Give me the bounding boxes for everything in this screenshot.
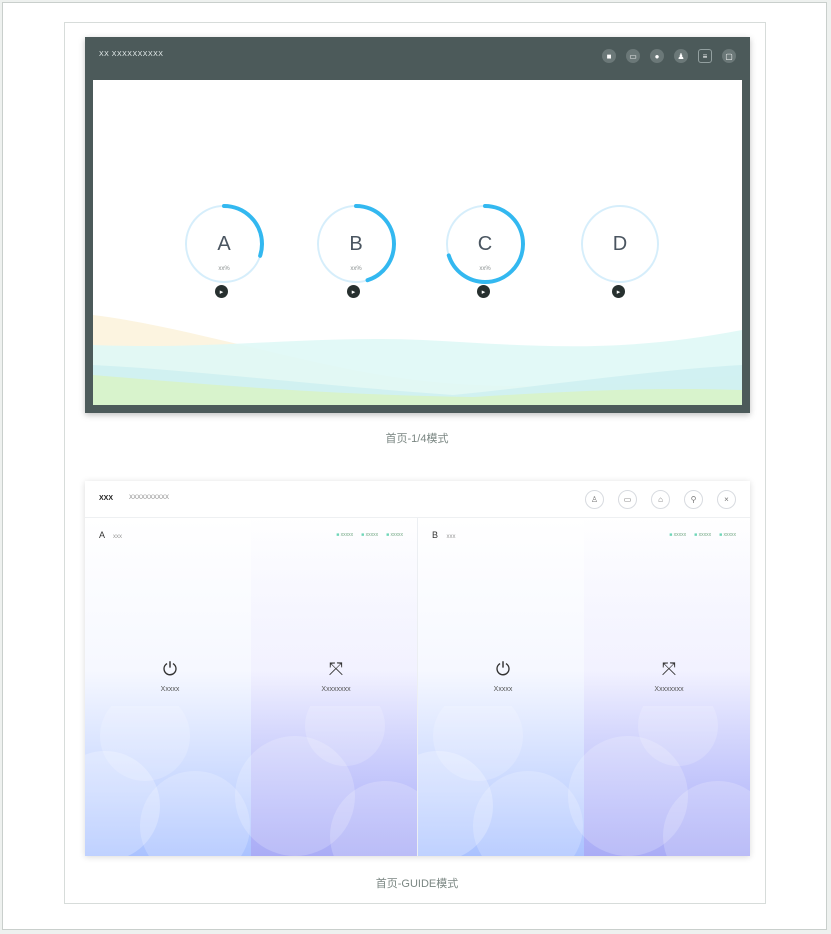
lock-icon[interactable]: ⌂ [651, 490, 670, 509]
person-icon[interactable]: ⚲ [684, 490, 703, 509]
legend-item: xxxxx [336, 532, 354, 538]
shuffle-icon: ⤧ [328, 659, 344, 679]
bubble-background [418, 706, 750, 856]
stop-icon[interactable]: ■ [602, 49, 616, 63]
gauge-letter: C [477, 232, 493, 255]
monitor-icon[interactable]: ▭ [626, 49, 640, 63]
header-subtitle: XXXXXXXXXX [129, 495, 170, 501]
gauge-b-percent: xx% [350, 266, 362, 272]
close-icon[interactable]: × [717, 490, 736, 509]
gauge-c-action-button[interactable]: ▸ [477, 285, 490, 298]
shuffle-icon: ⤧ [661, 659, 677, 679]
mode-power-button[interactable]: ⏻ Xxxxx [458, 658, 548, 693]
panel1-caption: 首页-1/4模式 [385, 433, 449, 445]
mode-shuffle-button[interactable]: ⤧ Xxxxxxxx [624, 658, 714, 693]
mode-label: Xxxxx [493, 686, 513, 693]
gauge-a[interactable]: A [181, 201, 267, 287]
user-icon[interactable]: ♟ [674, 49, 688, 63]
gauge-letter: D [612, 232, 628, 255]
column-name: B [432, 530, 439, 540]
gauge-c[interactable]: C [442, 201, 528, 287]
gauge-letter: B [349, 232, 363, 255]
mode-power-button[interactable]: ⏻ Xxxxx [125, 658, 215, 693]
record-icon[interactable]: ● [650, 49, 664, 63]
column-label: xxx [446, 534, 456, 540]
display-area: A B C D xx% xx% xx% ▸ ▸ ▸ ▸ [93, 80, 742, 405]
gauge-b[interactable]: B [313, 201, 399, 287]
mode-shuffle-button[interactable]: ⤧ Xxxxxxxx [291, 658, 381, 693]
legend-item: xxxxx [719, 532, 737, 538]
wave-background [93, 315, 742, 405]
mode-label: Xxxxxxxx [654, 686, 684, 693]
column-legend: xxxxx xxxxx xxxxx [669, 532, 736, 538]
panel-toolbar: ♙ ▭ ⌂ ⚲ × [585, 490, 736, 509]
legend-item: xxxxx [694, 532, 712, 538]
column-a: A xxx xxxxx xxxxx xxxxx ⏻ Xxxxx ⤧ Xxxxxx… [85, 518, 417, 856]
gauge-a-action-button[interactable]: ▸ [215, 285, 228, 298]
column-name: A [99, 530, 105, 540]
mode-label: Xxxxx [160, 686, 180, 693]
panel-header: XXX XXXXXXXXXX ♙ ▭ ⌂ ⚲ × [85, 481, 750, 518]
gauge-d-action-button[interactable]: ▸ [612, 285, 625, 298]
bubble-background [85, 706, 417, 856]
gauge-c-percent: xx% [479, 266, 491, 272]
column-label: xxx [113, 534, 123, 540]
gauge-d[interactable]: D [577, 201, 663, 287]
column-header: A xxx [99, 530, 122, 540]
panel-title: XX XXXXXXXXXX [99, 51, 164, 58]
lock-icon[interactable]: ▢ [722, 49, 736, 63]
legend-item: xxxxx [361, 532, 379, 538]
power-icon: ⏻ [495, 659, 511, 679]
gauge-b-action-button[interactable]: ▸ [347, 285, 360, 298]
column-header: B xxx [432, 530, 456, 540]
quad-mode-panel: XX XXXXXXXXXX ■ ▭ ● ♟ ≡ ▢ A B C D xx% xx… [85, 37, 750, 413]
legend-item: xxxxx [669, 532, 687, 538]
guide-mode-panel: XXX XXXXXXXXXX ♙ ▭ ⌂ ⚲ × A xxx xxxxx xxx… [85, 481, 750, 856]
settings-icon[interactable]: ≡ [698, 49, 712, 63]
gauge-letter: A [217, 232, 231, 255]
mode-label: Xxxxxxxx [321, 686, 351, 693]
panel-toolbar: ■ ▭ ● ♟ ≡ ▢ [602, 49, 736, 63]
monitor-icon[interactable]: ▭ [618, 490, 637, 509]
gauge-a-percent: xx% [218, 266, 230, 272]
column-b: B xxx xxxxx xxxxx xxxxx ⏻ Xxxxx ⤧ Xxxxxx… [418, 518, 750, 856]
column-legend: xxxxx xxxxx xxxxx [336, 532, 403, 538]
panel2-caption: 首页-GUIDE模式 [375, 878, 459, 890]
legend-item: xxxxx [386, 532, 404, 538]
logo: XXX [99, 495, 114, 502]
user-icon[interactable]: ♙ [585, 490, 604, 509]
power-icon: ⏻ [162, 659, 178, 679]
